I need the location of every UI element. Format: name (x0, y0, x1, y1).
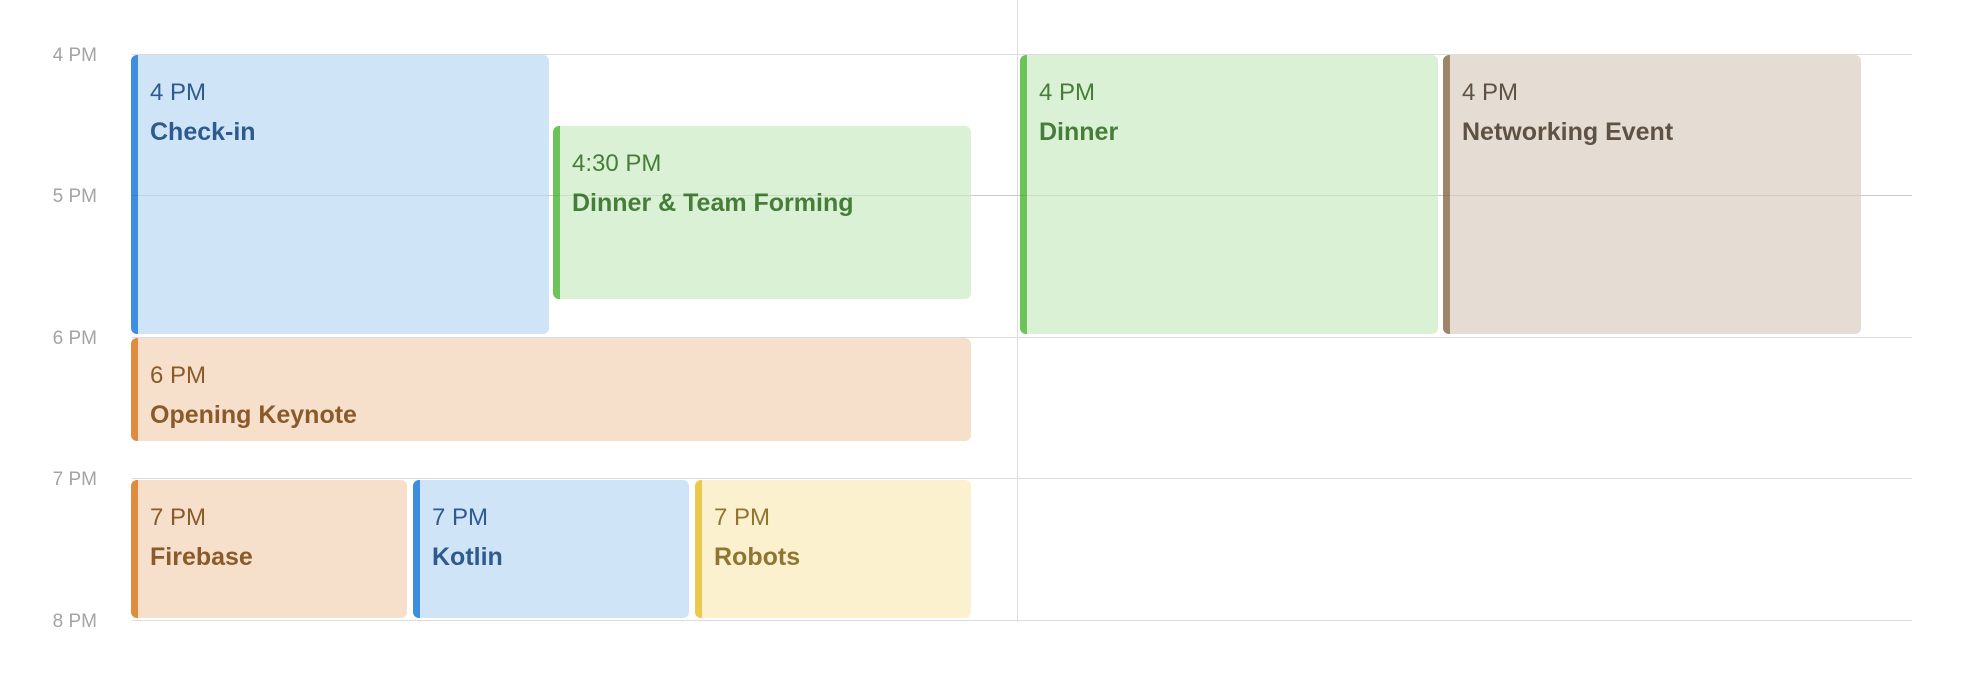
event-time: 4 PM (1039, 79, 1096, 106)
event-firebase[interactable]: 7 PM Firebase (131, 480, 407, 618)
event-time: 4:30 PM (572, 150, 662, 177)
hour-gridline (132, 478, 1912, 479)
event-time: 7 PM (714, 504, 771, 531)
event-time: 7 PM (432, 504, 489, 531)
hour-label-4pm: 4 PM (52, 45, 97, 66)
event-title: Check-in (150, 118, 256, 146)
event-time: 4 PM (150, 79, 207, 106)
event-title: Networking Event (1462, 118, 1674, 146)
event-time: 7 PM (150, 504, 207, 531)
hour-label-8pm: 8 PM (52, 611, 97, 632)
event-time: 6 PM (150, 362, 207, 389)
event-title: Kotlin (432, 543, 503, 571)
hour-label-7pm: 7 PM (52, 469, 97, 490)
event-title: Firebase (150, 543, 253, 571)
hour-gridline-overlay (132, 195, 1912, 196)
hour-label-5pm: 5 PM (52, 186, 97, 207)
event-time: 4 PM (1462, 79, 1519, 106)
hour-gridline (132, 620, 1912, 621)
event-title: Dinner (1039, 118, 1119, 146)
event-opening-keynote[interactable]: 6 PM Opening Keynote (131, 338, 971, 441)
event-title: Opening Keynote (150, 401, 357, 429)
event-title: Robots (714, 543, 801, 571)
event-kotlin[interactable]: 7 PM Kotlin (413, 480, 689, 618)
event-robots[interactable]: 7 PM Robots (695, 480, 971, 618)
column-divider (1017, 0, 1018, 622)
event-dinner-team-forming[interactable]: 4:30 PM Dinner & Team Forming (553, 126, 971, 299)
hour-label-6pm: 6 PM (52, 328, 97, 349)
event-title: Dinner & Team Forming (572, 189, 854, 217)
